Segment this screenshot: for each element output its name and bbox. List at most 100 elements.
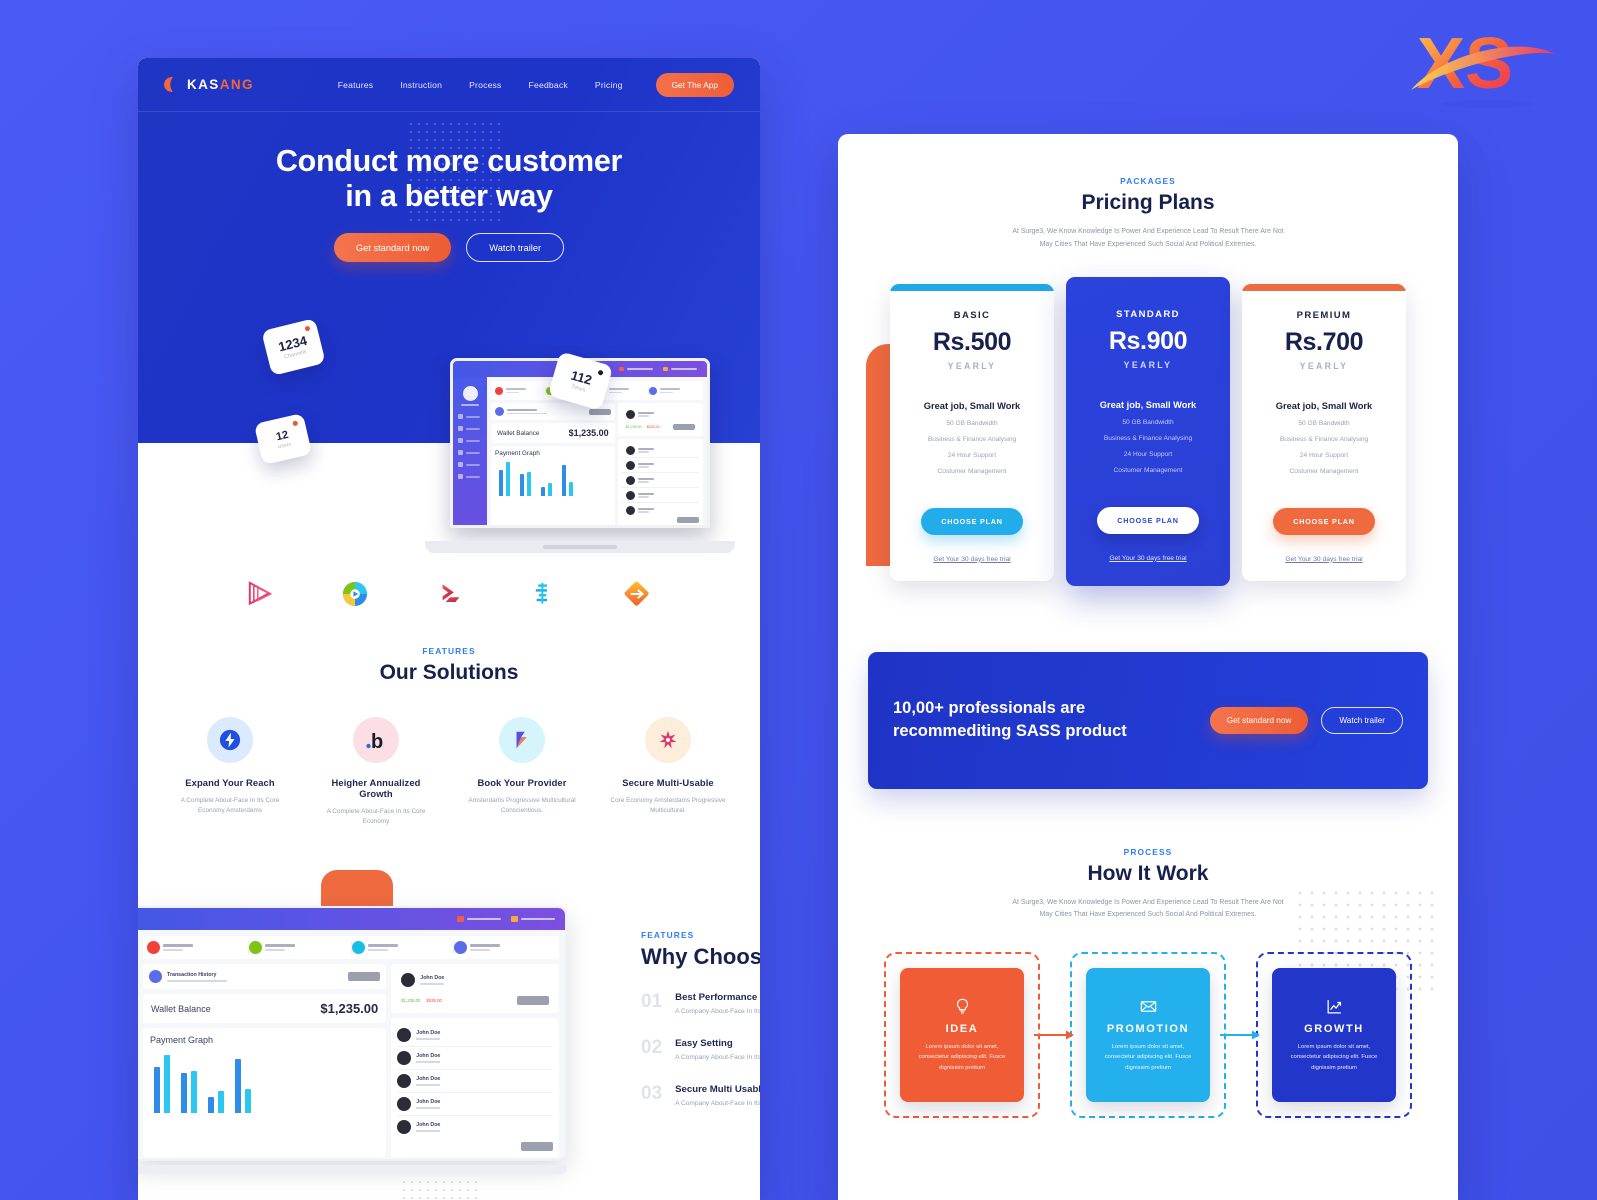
secondary-dashboard-mockup: Transaction History Wallet Balance $1,23…: [138, 906, 567, 1174]
sidebar-item[interactable]: [453, 474, 487, 479]
step-title: IDEA: [945, 1023, 979, 1036]
free-trial-link[interactable]: Get Your 30 days free trial: [1080, 555, 1216, 562]
list-item[interactable]: [622, 503, 699, 517]
starburst-icon: [659, 730, 677, 749]
list-item[interactable]: John Doe: [397, 1093, 553, 1116]
list-item[interactable]: John Doe: [397, 1116, 553, 1138]
plan-price: Rs.700: [1284, 327, 1364, 356]
cta-watch-trailer-button[interactable]: Watch trailer: [1321, 706, 1403, 734]
nav-link-instruction[interactable]: Instruction: [400, 80, 442, 90]
history-button[interactable]: [517, 995, 549, 1005]
messages-item[interactable]: [457, 916, 501, 922]
why-choose-eyebrow: FEATURES: [641, 930, 695, 940]
sidebar-item[interactable]: [453, 462, 487, 467]
cta-get-standard-button[interactable]: Get standard now: [1209, 706, 1309, 734]
hero-headline-line2: in a better way: [345, 179, 553, 214]
messages-item[interactable]: [619, 367, 653, 371]
step-desc: Lorem ipsum dolor sit amet, consectetur …: [1104, 1044, 1192, 1071]
list-item[interactable]: John Doe: [397, 1047, 553, 1070]
sidebar-item[interactable]: [453, 414, 487, 419]
dashboard-sidebar: [453, 377, 487, 525]
plan-name: PREMIUM: [1296, 309, 1352, 321]
list-item[interactable]: [621, 458, 699, 473]
choose-plan-button[interactable]: CHOOSE PLAN: [1097, 506, 1199, 534]
equalizer-icon: [535, 582, 547, 604]
process-step-growth: GROWTH Lorem ipsum dolor sit amet, conse…: [1256, 952, 1412, 1119]
view-button[interactable]: [348, 972, 381, 981]
step-card: PROMOTION Lorem ipsum dolor sit amet, co…: [1086, 968, 1210, 1103]
get-the-app-button[interactable]: Get The App: [655, 72, 734, 97]
envelope-icon: [1140, 1001, 1156, 1012]
nav-link-feedback[interactable]: Feedback: [529, 80, 568, 90]
plan-period: YEARLY: [1123, 359, 1173, 370]
free-trial-link[interactable]: Get Your 30 days free trial: [904, 556, 1040, 563]
plan-price: Rs.500: [932, 327, 1012, 356]
process-subtitle-line2: May Cities That Have Experienced Such So…: [1039, 911, 1257, 919]
brand-logo[interactable]: KASANG: [164, 77, 254, 92]
hero-get-standard-button[interactable]: Get standard now: [333, 233, 452, 262]
plan-period: YEARLY: [947, 360, 997, 371]
list-item: 02 Easy Setting A Company About-Face In …: [641, 1038, 760, 1064]
cta-buttons: Get standard now Watch trailer: [1209, 706, 1403, 734]
nav-link-pricing[interactable]: Pricing: [595, 80, 623, 90]
more-button[interactable]: [677, 517, 699, 523]
sidebar-item[interactable]: [453, 438, 487, 443]
laptop-base: [425, 541, 735, 553]
pricing-cards-row: BASIC Rs.500 YEARLY Great job, Small Wor…: [838, 276, 1458, 586]
free-trial-link[interactable]: Get Your 30 days free trial: [1256, 556, 1392, 563]
list-item[interactable]: [621, 443, 699, 458]
notifications-item[interactable]: [663, 367, 697, 371]
plan-feature: 24 Hour Support: [1299, 451, 1349, 459]
solution-icon-circle: [207, 717, 253, 763]
solution-name: Heigher Annualized Growth: [331, 777, 421, 799]
step-desc: Lorem ipsum dolor sit amet, consectetur …: [918, 1044, 1006, 1071]
solution-desc: Core Economy Amsterdams Progressive Mult…: [610, 797, 726, 814]
choose-plan-button[interactable]: CHOOSE PLAN: [1273, 507, 1375, 535]
nav-link-process[interactable]: Process: [469, 80, 501, 90]
list-item[interactable]: [621, 488, 699, 503]
solution-name: Secure Multi-Usable: [622, 777, 714, 788]
plan-feature: 24 Hour Support: [1123, 450, 1173, 458]
payment-graph-card: Payment Graph: [143, 1028, 387, 1157]
bolt-icon: [219, 729, 241, 751]
brand-logo-row: [138, 578, 760, 610]
hero-watch-trailer-button[interactable]: Watch trailer: [466, 233, 565, 262]
step-desc: Lorem ipsum dolor sit amet, consectetur …: [1290, 1044, 1378, 1071]
plan-name: BASIC: [953, 309, 991, 321]
bottom-dot-pattern: [400, 1178, 478, 1200]
history-button[interactable]: [673, 423, 695, 430]
view-button[interactable]: [588, 408, 611, 415]
process-section: PROCESS How It Work At Surge3, We Know K…: [838, 847, 1458, 1119]
notifications-item[interactable]: [511, 916, 555, 922]
plan-feature: Business & Finance Analysing: [1279, 435, 1369, 443]
why-choose-section: FEATURES Why Choose Us 01 Best Performan…: [641, 930, 760, 1130]
list-item: 03 Secure Multi Usable A Company About-F…: [641, 1084, 760, 1110]
solution-name: Book Your Provider: [477, 777, 567, 788]
why-choose-list: 01 Best Performance A Company About-Face…: [641, 992, 760, 1110]
plan-price: Rs.900: [1108, 326, 1188, 355]
nav-link-features[interactable]: Features: [338, 80, 374, 90]
double-arrow-icon: [442, 584, 460, 602]
solution-item: Book Your Provider Amsterdams Progressiv…: [460, 717, 584, 827]
solutions-eyebrow: FEATURES: [422, 646, 476, 656]
item-desc: A Company About-Face In Its Core Economy…: [675, 1008, 760, 1015]
list-item[interactable]: [621, 473, 699, 488]
wallet-label: Wallet Balance: [497, 429, 540, 437]
sidebar-item[interactable]: [453, 426, 487, 431]
item-heading: Easy Setting: [675, 1037, 733, 1049]
stat-cell: [453, 941, 555, 954]
up-value: $1,235.00: [401, 997, 421, 1003]
list-item[interactable]: John Doe: [397, 1024, 553, 1047]
secondary-screen: Transaction History Wallet Balance $1,23…: [138, 906, 567, 1161]
choose-plan-button[interactable]: CHOOSE PLAN: [921, 507, 1023, 535]
solution-desc: Amsterdams Progressive Multicultural Con…: [468, 797, 576, 814]
item-desc: A Company About-Face In Its Core Economy…: [675, 1053, 760, 1061]
bookmark-b-icon: [516, 731, 527, 749]
plan-tagline: Great job, Small Work: [923, 400, 1021, 411]
mock2-base: [138, 1165, 567, 1174]
list-item[interactable]: John Doe: [397, 1070, 553, 1093]
lightbulb-icon: [956, 998, 968, 1014]
sidebar-item[interactable]: [453, 450, 487, 455]
more-button[interactable]: [521, 1142, 553, 1151]
process-title: How It Work: [1087, 861, 1209, 885]
